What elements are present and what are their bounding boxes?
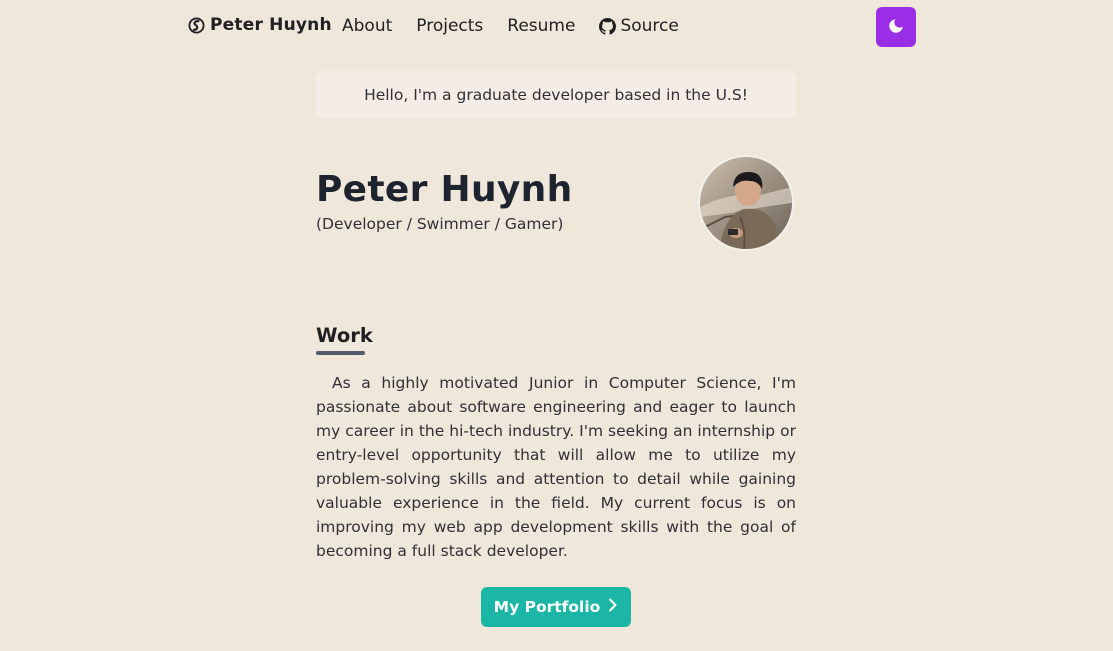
section-heading-work: Work — [316, 324, 373, 347]
intro-banner: Hello, I'm a graduate developer based in… — [316, 71, 796, 119]
logo-icon — [188, 16, 205, 34]
theme-toggle-button[interactable] — [876, 7, 916, 47]
nav-link-source-label: Source — [620, 16, 679, 36]
section-underline — [316, 351, 365, 355]
nav-link-resume[interactable]: Resume — [507, 16, 575, 36]
brand-name: Peter Huynh — [210, 15, 332, 35]
my-portfolio-button[interactable]: My Portfolio — [481, 587, 631, 627]
nav-links: About Projects Resume Source — [342, 16, 703, 36]
work-paragraph: As a highly motivated Junior in Computer… — [316, 374, 796, 560]
github-icon — [599, 17, 617, 35]
nav-link-source[interactable]: Source — [599, 16, 679, 36]
brand-link[interactable]: Peter Huynh — [188, 15, 332, 35]
moon-icon — [887, 17, 905, 38]
nav-link-projects[interactable]: Projects — [416, 16, 483, 36]
main-content: Hello, I'm a graduate developer based in… — [316, 71, 796, 307]
nav-link-about[interactable]: About — [342, 16, 392, 36]
profile-roles: (Developer / Swimmer / Gamer) — [316, 215, 564, 233]
profile-header: Peter Huynh (Developer / Swimmer / Gamer… — [316, 155, 796, 307]
profile-name: Peter Huynh — [316, 169, 573, 210]
chevron-right-icon — [608, 598, 618, 616]
navbar: Peter Huynh About Projects Resume Source — [0, 0, 1113, 54]
page: Peter Huynh About Projects Resume Source — [0, 0, 1113, 651]
my-portfolio-label: My Portfolio — [493, 598, 601, 616]
avatar — [698, 155, 794, 251]
